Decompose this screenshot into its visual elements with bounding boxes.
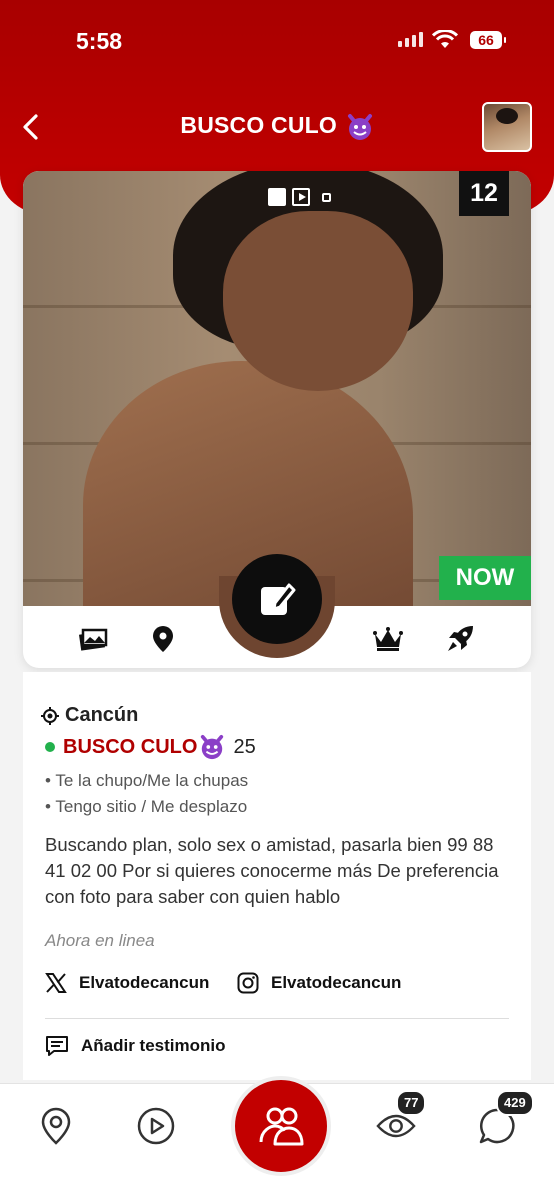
avatar[interactable] xyxy=(482,102,532,152)
video-page-indicator[interactable] xyxy=(292,188,310,206)
tab-visitors[interactable]: 77 xyxy=(376,1090,427,1146)
profile-action-row xyxy=(23,606,531,668)
crown-icon xyxy=(373,627,403,651)
x-link[interactable]: Elvatodecancun xyxy=(45,972,209,994)
boost-button[interactable] xyxy=(445,624,475,654)
wifi-icon xyxy=(432,30,458,48)
more-page-indicator[interactable] xyxy=(322,192,331,202)
city-name: Cancún xyxy=(65,704,139,726)
city-line: Cancún xyxy=(41,704,138,727)
profile-details: Cancún BUSCO CULO 25 • Te la chupo/Me la… xyxy=(23,672,531,1080)
tag-item: • Te la chupo/Me la chupas xyxy=(45,771,249,790)
target-icon xyxy=(41,706,59,725)
user-age: 25 xyxy=(233,735,256,758)
x-logo-icon xyxy=(45,973,67,993)
map-pin-icon xyxy=(41,1107,71,1145)
divider xyxy=(45,1018,509,1019)
photo-face-shape xyxy=(223,211,413,391)
tab-map[interactable] xyxy=(36,1106,76,1146)
rocket-icon xyxy=(448,626,473,651)
online-status-dot xyxy=(45,742,55,752)
profile-photo[interactable]: 12 NOW xyxy=(23,171,531,606)
tab-videos[interactable] xyxy=(136,1106,176,1146)
tag-item: • Tengo sitio / Me desplazo xyxy=(45,797,248,816)
instagram-handle: Elvatodecancun xyxy=(271,973,402,992)
play-icon xyxy=(137,1107,175,1145)
messages-badge: 429 xyxy=(496,1090,534,1116)
location-button[interactable] xyxy=(148,624,178,654)
visitors-badge: 77 xyxy=(396,1090,427,1116)
photos-icon xyxy=(79,628,108,651)
name-line: BUSCO CULO 25 xyxy=(45,734,256,760)
tab-people[interactable] xyxy=(231,1076,331,1176)
photos-button[interactable] xyxy=(78,624,108,654)
profile-card: 12 NOW xyxy=(23,171,531,668)
profile-tags: • Te la chupo/Me la chupas • Tengo sitio… xyxy=(45,768,248,820)
premium-button[interactable] xyxy=(373,624,403,654)
status-time: 5:58 xyxy=(76,28,123,54)
instagram-link[interactable]: Elvatodecancun xyxy=(237,972,401,994)
x-handle: Elvatodecancun xyxy=(79,973,210,992)
people-icon xyxy=(259,1107,304,1146)
page-title: BUSCO CULO xyxy=(0,112,554,141)
user-name: BUSCO CULO xyxy=(63,735,198,758)
photo-count-badge: 12 xyxy=(459,171,509,216)
photo-page-indicator[interactable] xyxy=(268,188,286,206)
instagram-icon xyxy=(237,972,259,994)
signal-icon xyxy=(398,32,423,47)
page-title-text: BUSCO CULO xyxy=(180,112,338,138)
devil-emoji-icon xyxy=(347,113,372,140)
tab-messages[interactable]: 429 xyxy=(478,1090,534,1146)
now-badge: NOW xyxy=(439,556,531,600)
devil-emoji-icon xyxy=(201,734,224,760)
last-seen: Ahora en linea xyxy=(45,931,155,950)
battery-indicator: 66 xyxy=(470,31,506,49)
add-testimonial-button[interactable]: Añadir testimonio xyxy=(45,1034,226,1058)
comment-icon xyxy=(46,1036,68,1056)
media-pager[interactable] xyxy=(268,188,331,206)
location-pin-icon xyxy=(153,626,173,652)
profile-description: Buscando plan, solo sex o amistad, pasar… xyxy=(45,834,499,907)
add-testimonial-label: Añadir testimonio xyxy=(81,1036,226,1055)
